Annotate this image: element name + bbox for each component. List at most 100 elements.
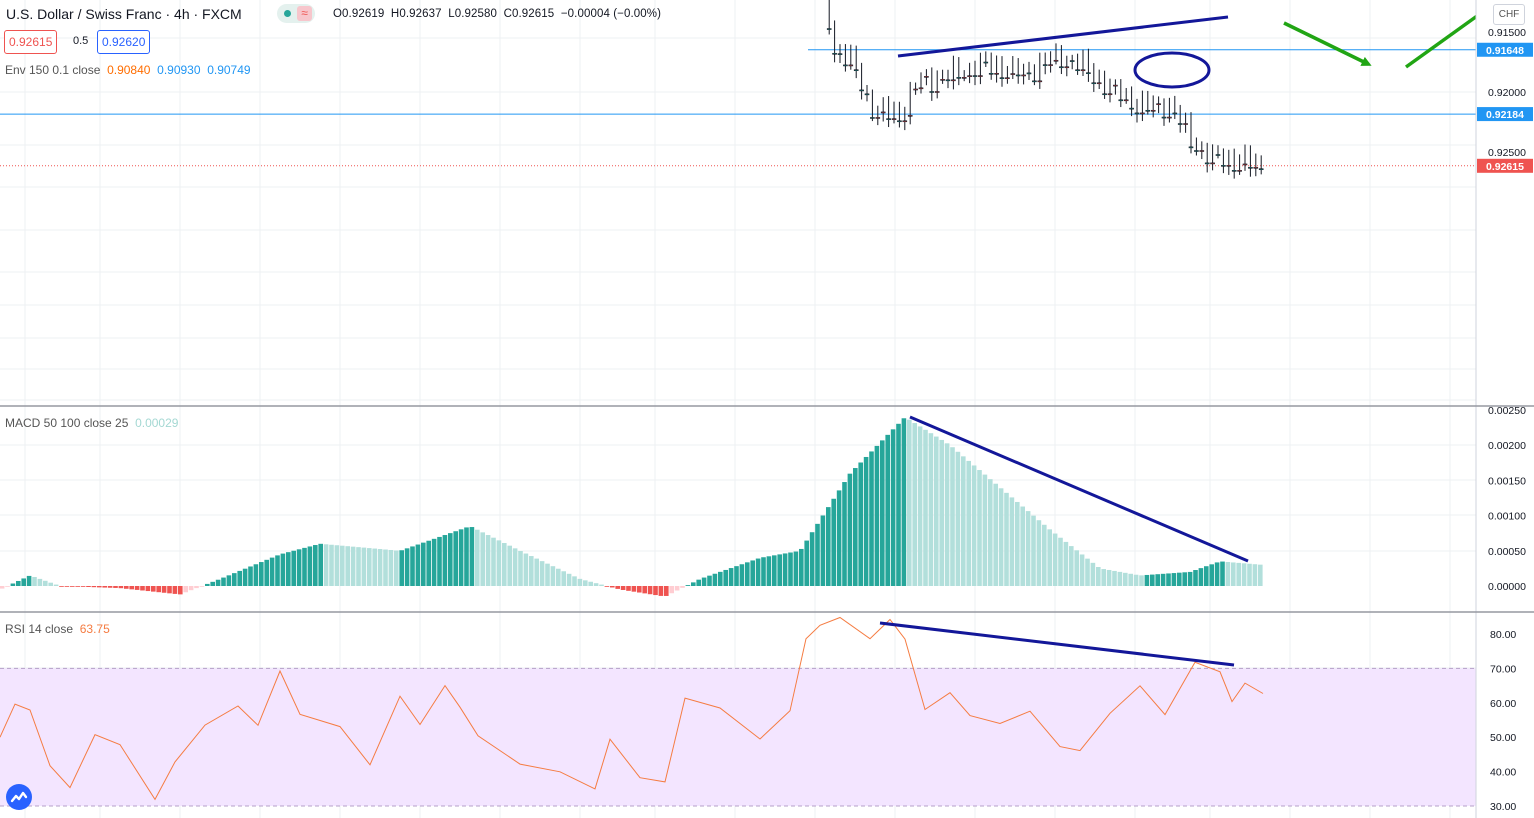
candle-body: [1248, 166, 1253, 169]
candle-body: [1129, 107, 1134, 110]
candle-body: [886, 118, 891, 120]
macd-bar: [507, 545, 512, 586]
candle-body: [864, 93, 870, 96]
candle-body: [1199, 150, 1205, 152]
macd-bar: [1187, 571, 1193, 586]
macd-bar: [124, 586, 129, 589]
macd-bar: [253, 564, 259, 586]
candle-body: [1221, 165, 1226, 167]
candle-body: [988, 72, 994, 75]
macd-bar: [1236, 562, 1241, 586]
macd-bar: [1052, 533, 1058, 586]
candle-body: [1161, 116, 1167, 119]
candle-body: [1059, 66, 1064, 69]
macd-bar: [437, 536, 442, 586]
macd-bar: [16, 580, 21, 586]
macd-bar: [458, 529, 464, 586]
macd-bar: [356, 547, 361, 586]
candle-body: [875, 117, 881, 119]
macd-bar: [318, 543, 323, 586]
macd-bar: [923, 429, 928, 586]
macd-bar: [777, 554, 782, 586]
tradingview-logo-icon[interactable]: [6, 784, 32, 810]
candle-body: [994, 72, 999, 75]
macd-bar: [593, 583, 599, 586]
macd-bar: [32, 576, 37, 586]
market-status-badge[interactable]: ≈: [277, 4, 315, 23]
macd-bar: [934, 436, 939, 586]
candle-body: [1210, 162, 1215, 165]
rsi-tick-label: 70.00: [1490, 663, 1516, 675]
macd-legend[interactable]: MACD 50 100 close 25 0.00029: [5, 416, 178, 430]
candle-body: [913, 88, 918, 91]
sell-price-button[interactable]: 0.92615: [4, 30, 58, 54]
macd-bar: [545, 563, 550, 586]
macd-bar: [669, 586, 674, 594]
currency-button[interactable]: CHF: [1493, 4, 1525, 25]
macd-bar: [421, 542, 426, 586]
candle-body: [1048, 64, 1053, 66]
envelope-upper-value: 0.90930: [157, 63, 201, 77]
macd-bar: [529, 556, 534, 586]
buy-price-button[interactable]: 0.92620: [97, 30, 151, 54]
macd-bar: [1090, 562, 1096, 586]
price-label: 0.92615: [1486, 161, 1524, 173]
macd-bar: [183, 586, 188, 593]
macd-bar: [64, 586, 70, 587]
candle-body: [1037, 80, 1043, 83]
arrow-up-right-icon: [1404, 8, 1488, 69]
candle-body: [1086, 72, 1091, 74]
macd-bar: [1128, 573, 1133, 586]
macd-bar: [70, 586, 75, 587]
macd-bar: [388, 549, 394, 586]
macd-bar: [512, 548, 518, 586]
macd-bar: [664, 586, 669, 596]
candle-body: [1107, 93, 1113, 96]
macd-bar: [961, 456, 966, 586]
macd-bar: [1009, 497, 1015, 586]
macd-bar: [1139, 575, 1144, 586]
candle-body: [1096, 82, 1102, 85]
macd-bar: [442, 535, 448, 586]
macd-bar: [431, 538, 437, 586]
macd-bar: [626, 586, 631, 591]
price-axis[interactable]: 0.925000.920000.915000.911000.907000.903…: [1475, 0, 1534, 818]
macd-bar: [674, 586, 680, 591]
macd-bar: [140, 586, 145, 591]
macd-bar: [826, 507, 831, 586]
macd-bar: [647, 586, 653, 595]
macd-bar: [701, 577, 707, 586]
macd-bar: [75, 586, 80, 587]
macd-bar: [156, 586, 161, 593]
macd-bar: [415, 544, 421, 586]
macd-bar: [518, 550, 523, 586]
rsi-tick-label: 30.00: [1490, 801, 1516, 813]
symbol-title[interactable]: U.S. Dollar / Swiss Franc · 4h · FXCM: [6, 6, 242, 22]
macd-bar: [1036, 520, 1042, 586]
envelope-legend[interactable]: Env 150 0.1 close 0.90840 0.90930 0.9074…: [5, 63, 251, 77]
candle-body: [1183, 123, 1188, 125]
envelope-label: Env 150 0.1 close: [5, 63, 101, 77]
candle-body: [1102, 93, 1107, 96]
macd-bar: [102, 586, 107, 588]
rsi-legend[interactable]: RSI 14 close 63.75: [5, 622, 110, 636]
macd-bar: [1198, 568, 1204, 586]
macd-bar: [658, 586, 664, 596]
macd-bar: [1047, 529, 1052, 586]
macd-bar: [221, 577, 226, 586]
chart-canvas[interactable]: 0.925000.920000.915000.911000.907000.903…: [0, 0, 1534, 818]
macd-bar: [475, 529, 480, 586]
macd-bar: [469, 527, 475, 586]
macd-bar: [210, 581, 215, 586]
macd-bar: [680, 586, 685, 588]
macd-bar: [275, 555, 280, 586]
arrow-down-right-icon: [1283, 21, 1372, 66]
candle-body: [1188, 146, 1194, 149]
macd-bar: [53, 584, 59, 586]
macd-bar: [745, 562, 750, 586]
macd-tick-label: 0.00250: [1488, 405, 1526, 417]
macd-bar: [885, 434, 890, 586]
macd-bar: [226, 575, 232, 586]
macd-bar: [539, 561, 545, 586]
candle-body: [1069, 60, 1075, 62]
